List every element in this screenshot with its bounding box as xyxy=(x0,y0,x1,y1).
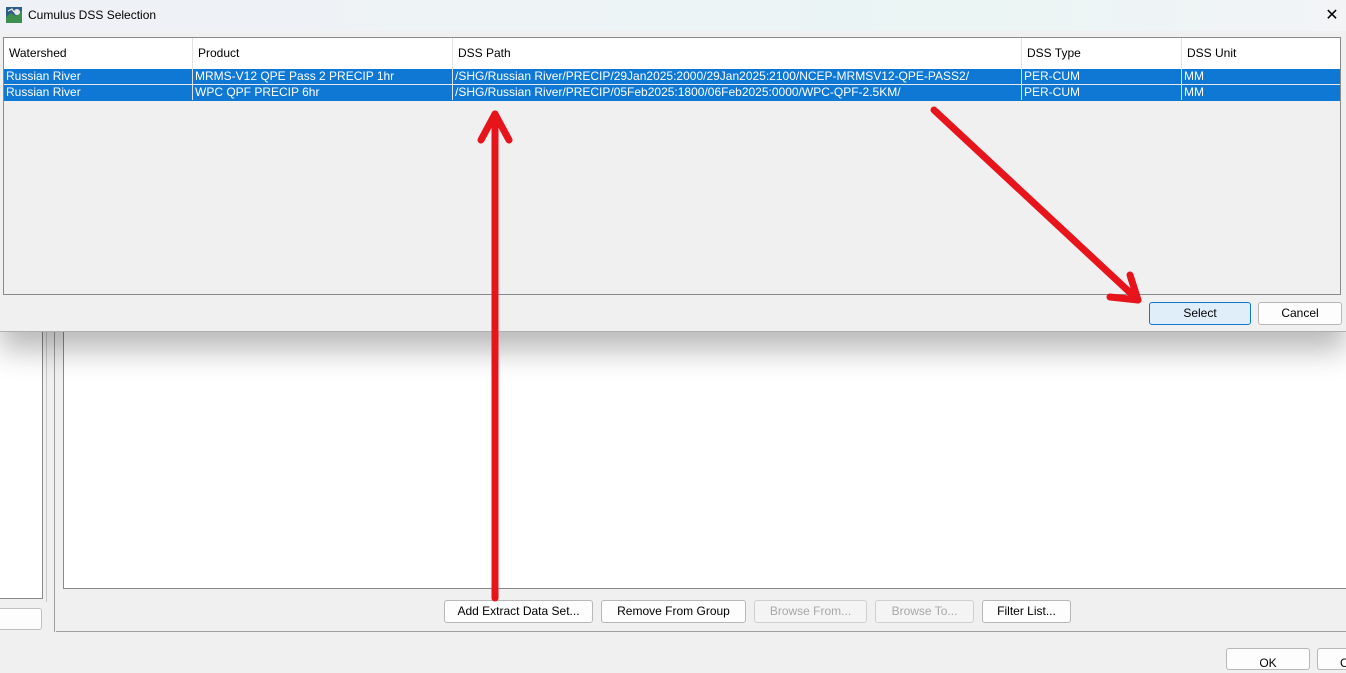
left-panel-button[interactable]: . xyxy=(0,608,42,630)
cell-product: MRMS-V12 QPE Pass 2 PRECIP 1hr xyxy=(193,69,453,84)
close-icon[interactable]: ✕ xyxy=(1318,2,1346,30)
cumulus-dss-selection-dialog: Cumulus DSS Selection ✕ Watershed Produc… xyxy=(0,0,1346,332)
table-header: Watershed Product DSS Path DSS Type DSS … xyxy=(4,38,1340,70)
table-row[interactable]: Russian River WPC QPF PRECIP 6hr /SHG/Ru… xyxy=(4,85,1340,101)
remove-from-group-button[interactable]: Remove From Group xyxy=(601,600,746,623)
table-row[interactable]: Russian River MRMS-V12 QPE Pass 2 PRECIP… xyxy=(4,69,1340,85)
column-header-product[interactable]: Product xyxy=(193,38,453,69)
column-header-dss-type[interactable]: DSS Type xyxy=(1022,38,1182,69)
left-panel-list[interactable] xyxy=(0,330,43,599)
cell-dss-path: /SHG/Russian River/PRECIP/29Jan2025:2000… xyxy=(453,69,1022,84)
cancel-button[interactable]: Cancel xyxy=(1258,302,1342,325)
dss-table: Watershed Product DSS Path DSS Type DSS … xyxy=(3,37,1341,295)
browse-to-button[interactable]: Browse To... xyxy=(875,600,974,623)
dialog-title: Cumulus DSS Selection xyxy=(28,8,157,22)
ok-button[interactable]: OK xyxy=(1226,648,1310,670)
column-header-watershed[interactable]: Watershed xyxy=(4,38,193,69)
cell-dss-type: PER-CUM xyxy=(1022,69,1182,84)
browse-from-button[interactable]: Browse From... xyxy=(754,600,867,623)
cell-product: WPC QPF PRECIP 6hr xyxy=(193,85,453,100)
cell-dss-unit: MM xyxy=(1182,69,1340,84)
cancel-button-partial[interactable]: C xyxy=(1317,648,1346,670)
cell-dss-unit: MM xyxy=(1182,85,1340,100)
select-button[interactable]: Select xyxy=(1149,302,1251,325)
extract-data-list[interactable] xyxy=(63,330,1346,589)
cell-watershed: Russian River xyxy=(4,69,193,84)
cell-dss-path: /SHG/Russian River/PRECIP/05Feb2025:1800… xyxy=(453,85,1022,100)
cell-dss-type: PER-CUM xyxy=(1022,85,1182,100)
cell-watershed: Russian River xyxy=(4,85,193,100)
cumulus-app-icon xyxy=(6,7,22,23)
column-header-dss-unit[interactable]: DSS Unit xyxy=(1182,38,1340,69)
column-header-dss-path[interactable]: DSS Path xyxy=(453,38,1022,69)
filter-list-button[interactable]: Filter List... xyxy=(982,600,1071,623)
add-extract-data-set-button[interactable]: Add Extract Data Set... xyxy=(444,600,593,623)
panel-divider xyxy=(54,330,55,632)
title-bar: Cumulus DSS Selection ✕ xyxy=(0,0,1346,31)
